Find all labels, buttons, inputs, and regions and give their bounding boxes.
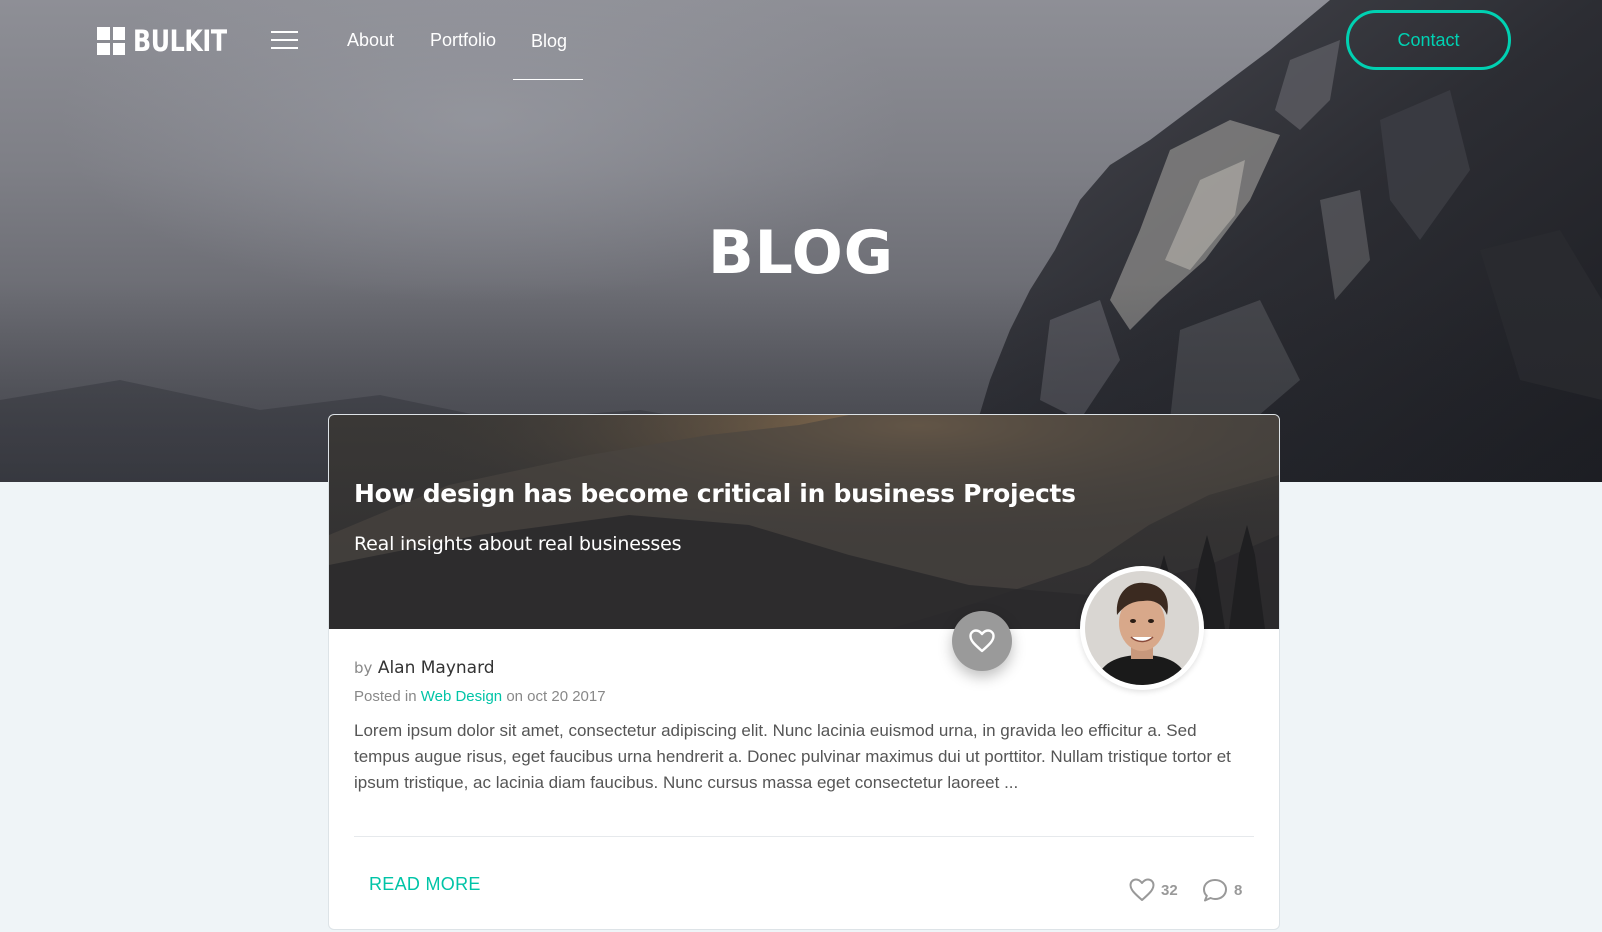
nav-link-portfolio[interactable]: Portfolio (430, 30, 496, 51)
post-meta: Posted in Web Design on oct 20 2017 (354, 688, 606, 705)
by-prefix: by (354, 659, 373, 677)
brand-logo[interactable]: BULKIT (97, 24, 247, 58)
comments-counter[interactable]: 8 (1202, 878, 1242, 902)
like-button[interactable] (952, 611, 1012, 671)
comment-icon (1203, 879, 1227, 902)
nav-link-blog[interactable]: Blog (531, 31, 567, 52)
post-subtitle: Real insights about real businesses (354, 533, 682, 555)
likes-count: 32 (1161, 881, 1178, 899)
nav-link-about[interactable]: About (347, 30, 394, 51)
posted-in-prefix: Posted in (354, 688, 417, 705)
card-divider (354, 836, 1254, 837)
blog-post-card: How design has become critical in busine… (328, 414, 1280, 930)
likes-counter[interactable]: 32 (1129, 878, 1178, 902)
logo-text: BULKIT (133, 24, 227, 58)
hamburger-icon[interactable] (271, 31, 298, 51)
top-navbar: BULKIT About Portfolio Blog Contact (0, 0, 1602, 82)
post-title[interactable]: How design has become critical in busine… (354, 479, 1076, 508)
heart-outline-icon (1129, 878, 1155, 901)
contact-button[interactable]: Contact (1346, 10, 1511, 70)
post-date: on oct 20 2017 (506, 688, 606, 705)
post-excerpt: Lorem ipsum dolor sit amet, consectetur … (354, 721, 1231, 792)
read-more-link[interactable]: READ MORE (369, 874, 481, 895)
comments-count: 8 (1234, 881, 1243, 899)
heart-icon (969, 629, 995, 653)
page-title: BLOG (707, 218, 895, 288)
category-link[interactable]: Web Design (421, 688, 502, 705)
post-byline: by Alan Maynard (354, 658, 495, 678)
active-nav-indicator (513, 79, 583, 80)
logo-grid-icon (97, 27, 125, 55)
author-avatar[interactable] (1080, 566, 1204, 690)
author-name[interactable]: Alan Maynard (378, 658, 495, 678)
author-photo (1085, 571, 1199, 685)
